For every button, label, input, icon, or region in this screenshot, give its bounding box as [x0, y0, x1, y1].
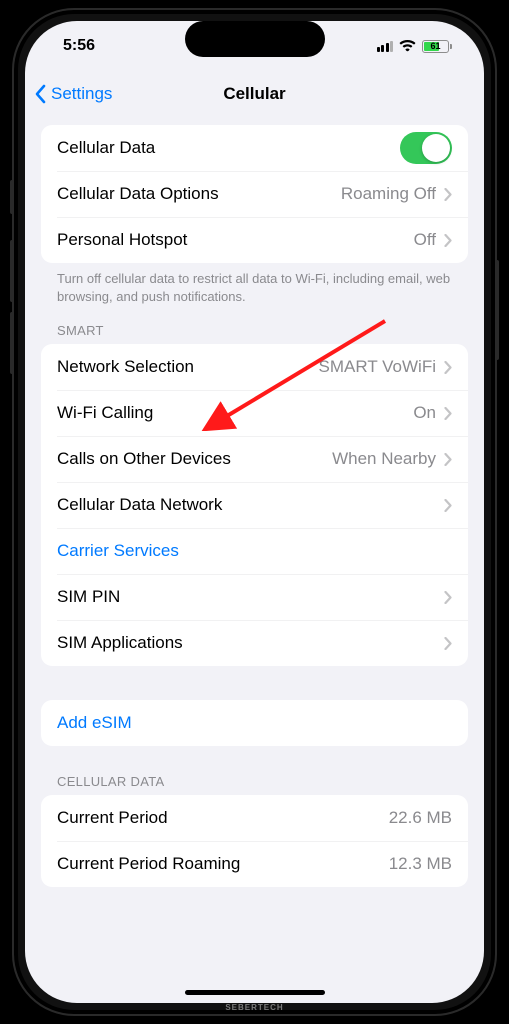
chevron-right-icon [444, 453, 452, 466]
group-general: Cellular Data Cellular Data Options Roam… [41, 125, 468, 263]
group-smart: Network Selection SMART VoWiFi Wi-Fi Cal… [41, 344, 468, 666]
group-general-footer: Turn off cellular data to restrict all d… [41, 263, 468, 305]
group-usage-header: CELLULAR DATA [41, 746, 468, 795]
row-carrier-services[interactable]: Carrier Services [41, 528, 468, 574]
row-cellular-data-network[interactable]: Cellular Data Network [41, 482, 468, 528]
chevron-right-icon [444, 637, 452, 650]
watermark: SEBERTECH [14, 1003, 495, 1012]
row-cellular-data-options[interactable]: Cellular Data Options Roaming Off [41, 171, 468, 217]
row-current-period[interactable]: Current Period 22.6 MB [41, 795, 468, 841]
phone-frame: 5:56 61 Settings Cellular Cellular Data [12, 8, 497, 1016]
screen: 5:56 61 Settings Cellular Cellular Data [25, 21, 484, 1003]
chevron-left-icon [35, 84, 47, 104]
cellular-signal-icon [377, 41, 394, 52]
chevron-right-icon [444, 234, 452, 247]
row-cellular-data[interactable]: Cellular Data [41, 125, 468, 171]
volume-up-button [10, 240, 14, 302]
group-smart-header: SMART [41, 305, 468, 344]
back-button[interactable]: Settings [35, 84, 112, 104]
power-button [495, 260, 499, 360]
cellular-data-toggle[interactable] [400, 132, 452, 164]
row-calls-other-devices[interactable]: Calls on Other Devices When Nearby [41, 436, 468, 482]
row-personal-hotspot[interactable]: Personal Hotspot Off [41, 217, 468, 263]
content-scroll[interactable]: Cellular Data Cellular Data Options Roam… [25, 117, 484, 1003]
row-sim-pin[interactable]: SIM PIN [41, 574, 468, 620]
group-esim: Add eSIM [41, 700, 468, 746]
chevron-right-icon [444, 361, 452, 374]
chevron-right-icon [444, 407, 452, 420]
chevron-right-icon [444, 591, 452, 604]
row-sim-applications[interactable]: SIM Applications [41, 620, 468, 666]
status-time: 5:56 [63, 37, 95, 55]
row-current-period-roaming[interactable]: Current Period Roaming 12.3 MB [41, 841, 468, 887]
volume-down-button [10, 312, 14, 374]
home-indicator[interactable] [185, 990, 325, 995]
wifi-icon [399, 40, 416, 52]
nav-bar: Settings Cellular [25, 71, 484, 117]
back-label: Settings [51, 84, 112, 104]
side-button [10, 180, 14, 214]
dynamic-island [185, 21, 325, 57]
group-usage: Current Period 22.6 MB Current Period Ro… [41, 795, 468, 887]
chevron-right-icon [444, 499, 452, 512]
chevron-right-icon [444, 188, 452, 201]
row-add-esim[interactable]: Add eSIM [41, 700, 468, 746]
row-wifi-calling[interactable]: Wi-Fi Calling On [41, 390, 468, 436]
battery-icon: 61 [422, 40, 452, 53]
row-network-selection[interactable]: Network Selection SMART VoWiFi [41, 344, 468, 390]
